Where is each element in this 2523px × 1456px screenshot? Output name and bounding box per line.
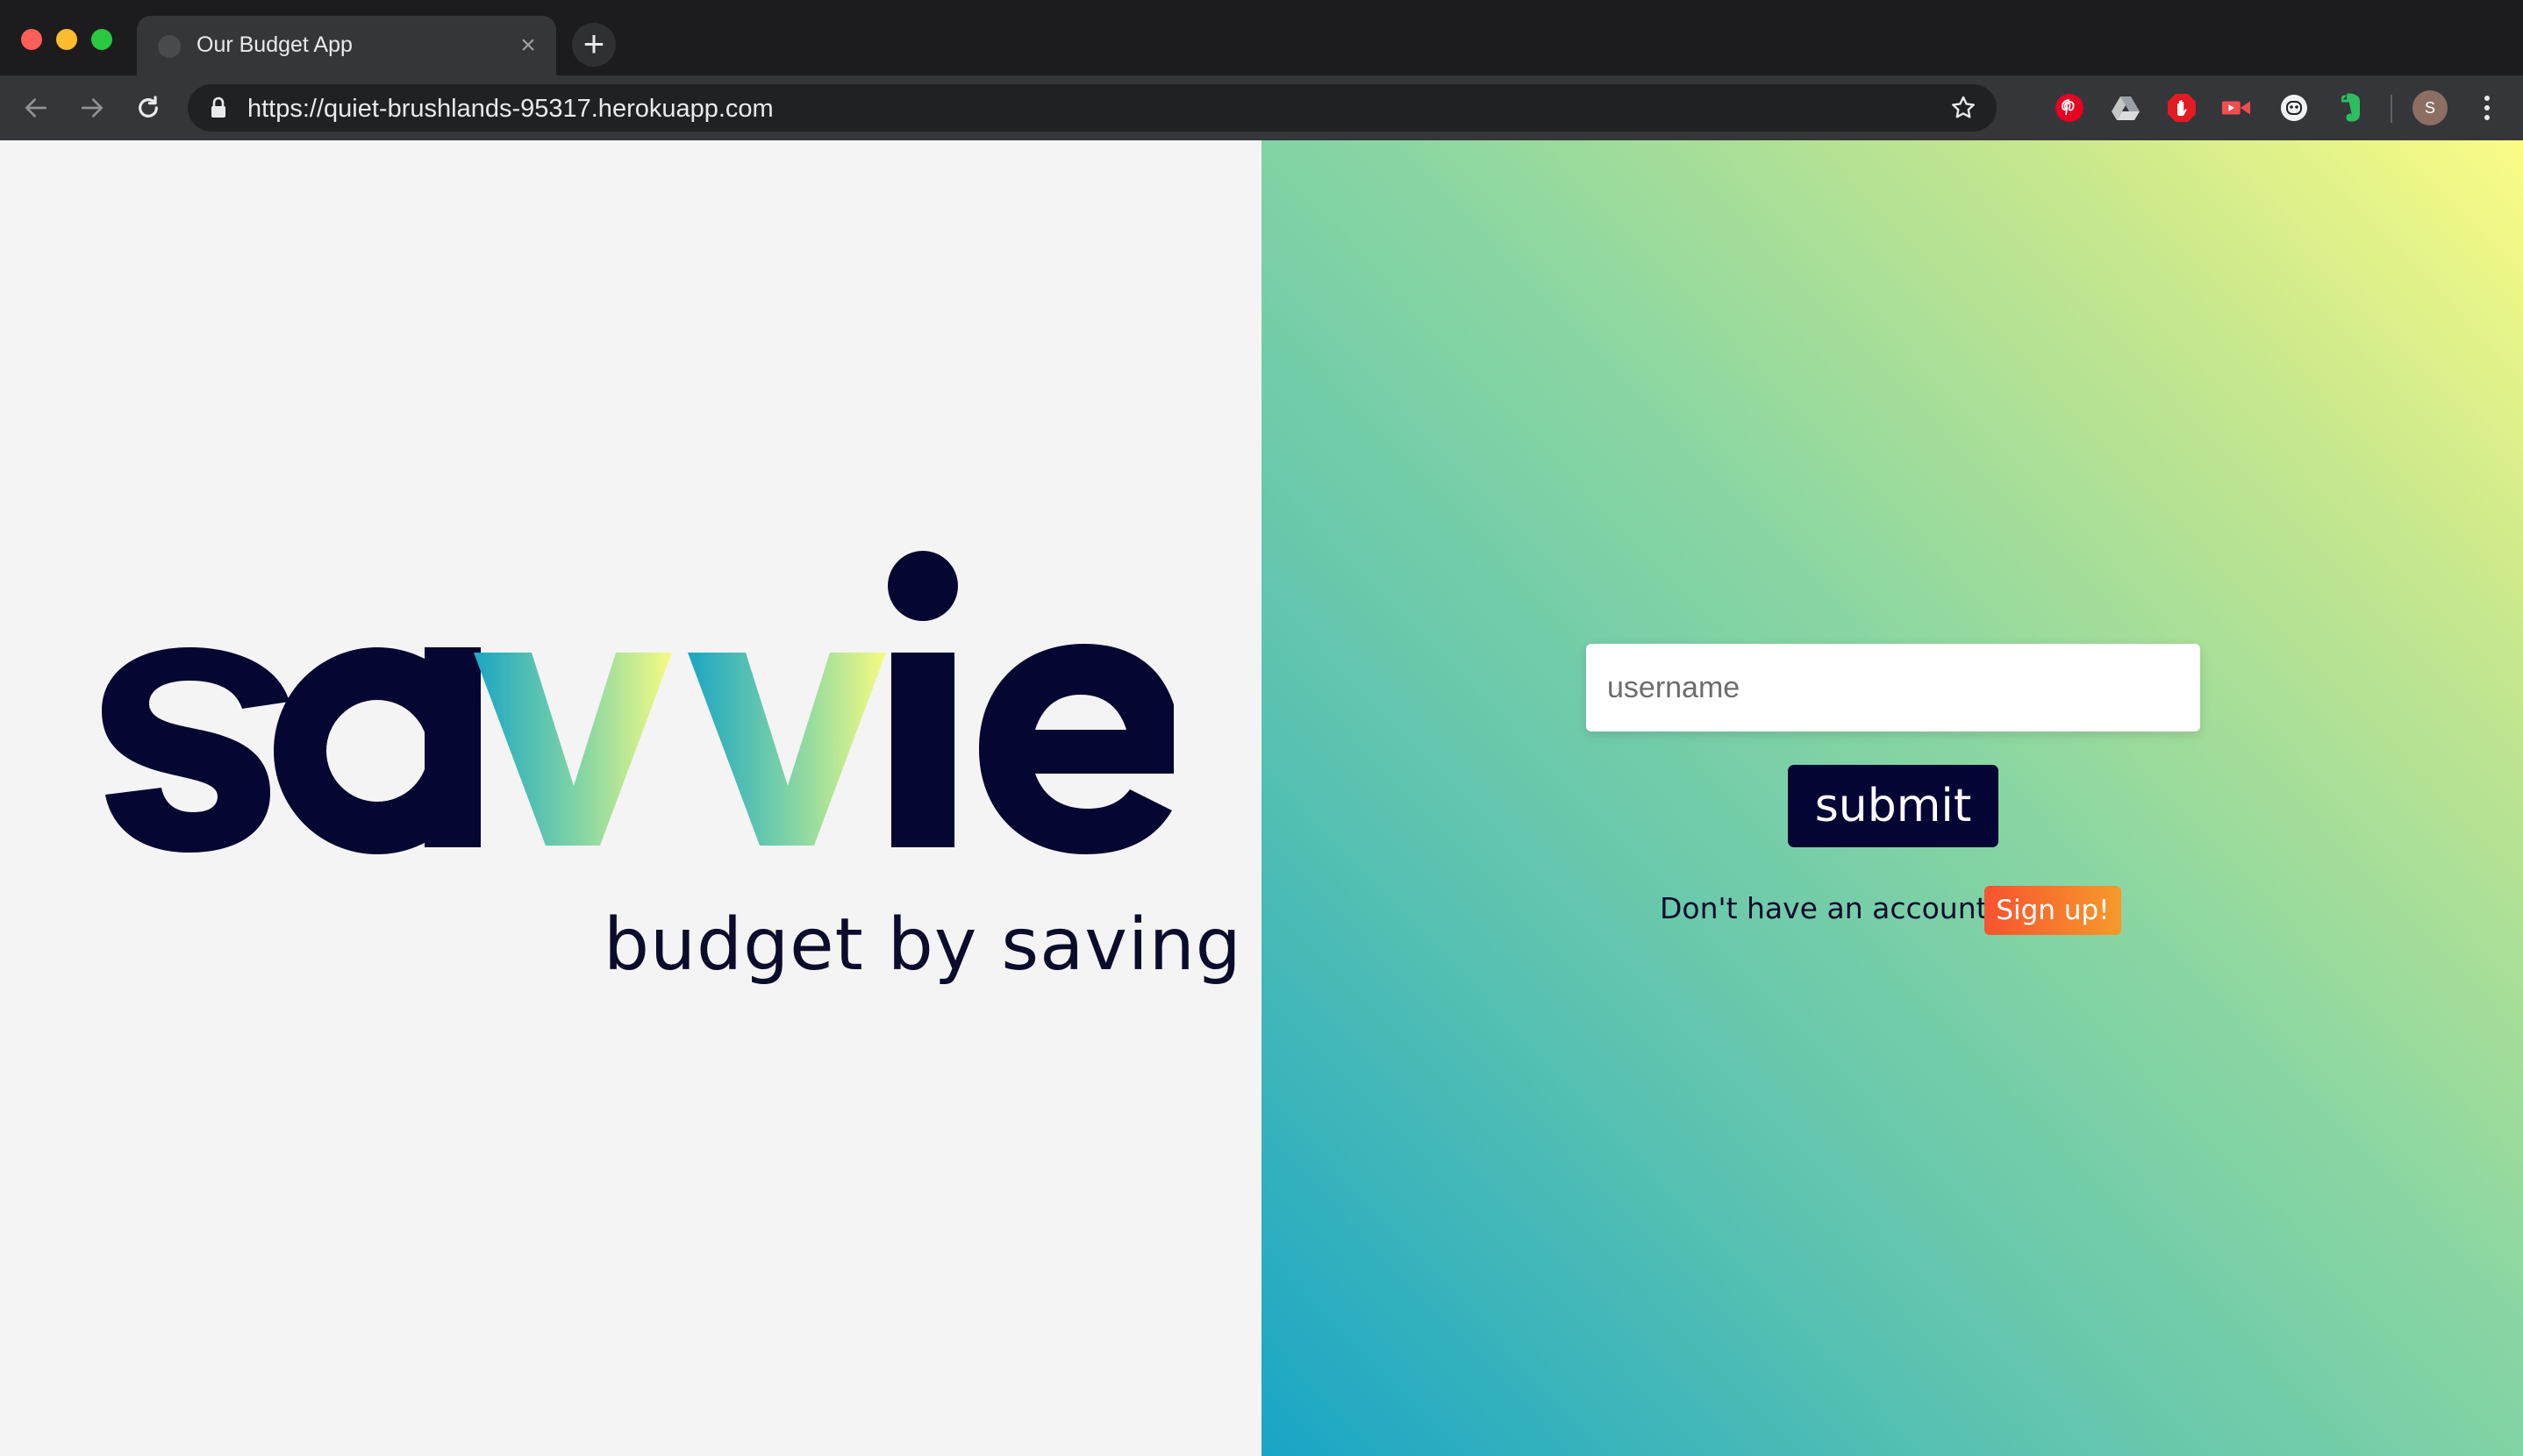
address-bar[interactable]: https://quiet-brushlands-95317.herokuapp… xyxy=(188,84,1997,132)
lock-icon xyxy=(211,96,225,118)
tab-strip: Our Budget App × + xyxy=(0,0,2523,75)
zoom-window-button[interactable] xyxy=(91,29,112,50)
screencast-icon[interactable] xyxy=(2221,93,2251,123)
ghostery-icon[interactable] xyxy=(2279,93,2309,123)
signup-prompt: Don't have an account? xyxy=(1660,891,2004,925)
reload-icon xyxy=(139,96,158,118)
tab-title: Our Budget App xyxy=(197,32,353,57)
arrow-left-icon xyxy=(25,98,46,118)
browser-tab[interactable]: Our Budget App × xyxy=(137,16,556,75)
submit-button[interactable]: submit xyxy=(1788,765,1998,847)
signup-button[interactable]: Sign up! xyxy=(1984,886,2121,935)
username-input[interactable] xyxy=(1586,644,2200,732)
tagline: budget by saving xyxy=(604,903,1242,987)
back-button[interactable] xyxy=(14,86,58,130)
forward-button[interactable] xyxy=(70,86,114,130)
url-text[interactable]: https://quiet-brushlands-95317.herokuapp… xyxy=(247,95,774,124)
profile-avatar[interactable]: S xyxy=(2412,90,2448,125)
minimize-window-button[interactable] xyxy=(56,29,77,50)
bookmark-star-icon xyxy=(1952,96,1975,118)
toolbar-divider xyxy=(2391,95,2392,123)
more-menu-icon[interactable] xyxy=(2472,91,2502,125)
savvie-logo xyxy=(102,551,1174,854)
browser-window: Our Budget App × + https://quiet-brushla… xyxy=(0,0,2523,1456)
globe-icon xyxy=(158,35,181,58)
google-drive-icon[interactable] xyxy=(2111,93,2141,123)
browser-toolbar: https://quiet-brushlands-95317.herokuapp… xyxy=(0,75,2523,140)
close-window-button[interactable] xyxy=(21,29,42,50)
new-tab-button[interactable]: + xyxy=(572,23,616,67)
reload-button[interactable] xyxy=(126,86,170,130)
arrow-right-icon xyxy=(82,98,104,118)
evernote-icon[interactable] xyxy=(2335,93,2365,123)
pinterest-icon[interactable] xyxy=(2055,93,2084,123)
close-tab-icon[interactable]: × xyxy=(516,32,540,59)
adblock-icon[interactable] xyxy=(2167,93,2197,123)
